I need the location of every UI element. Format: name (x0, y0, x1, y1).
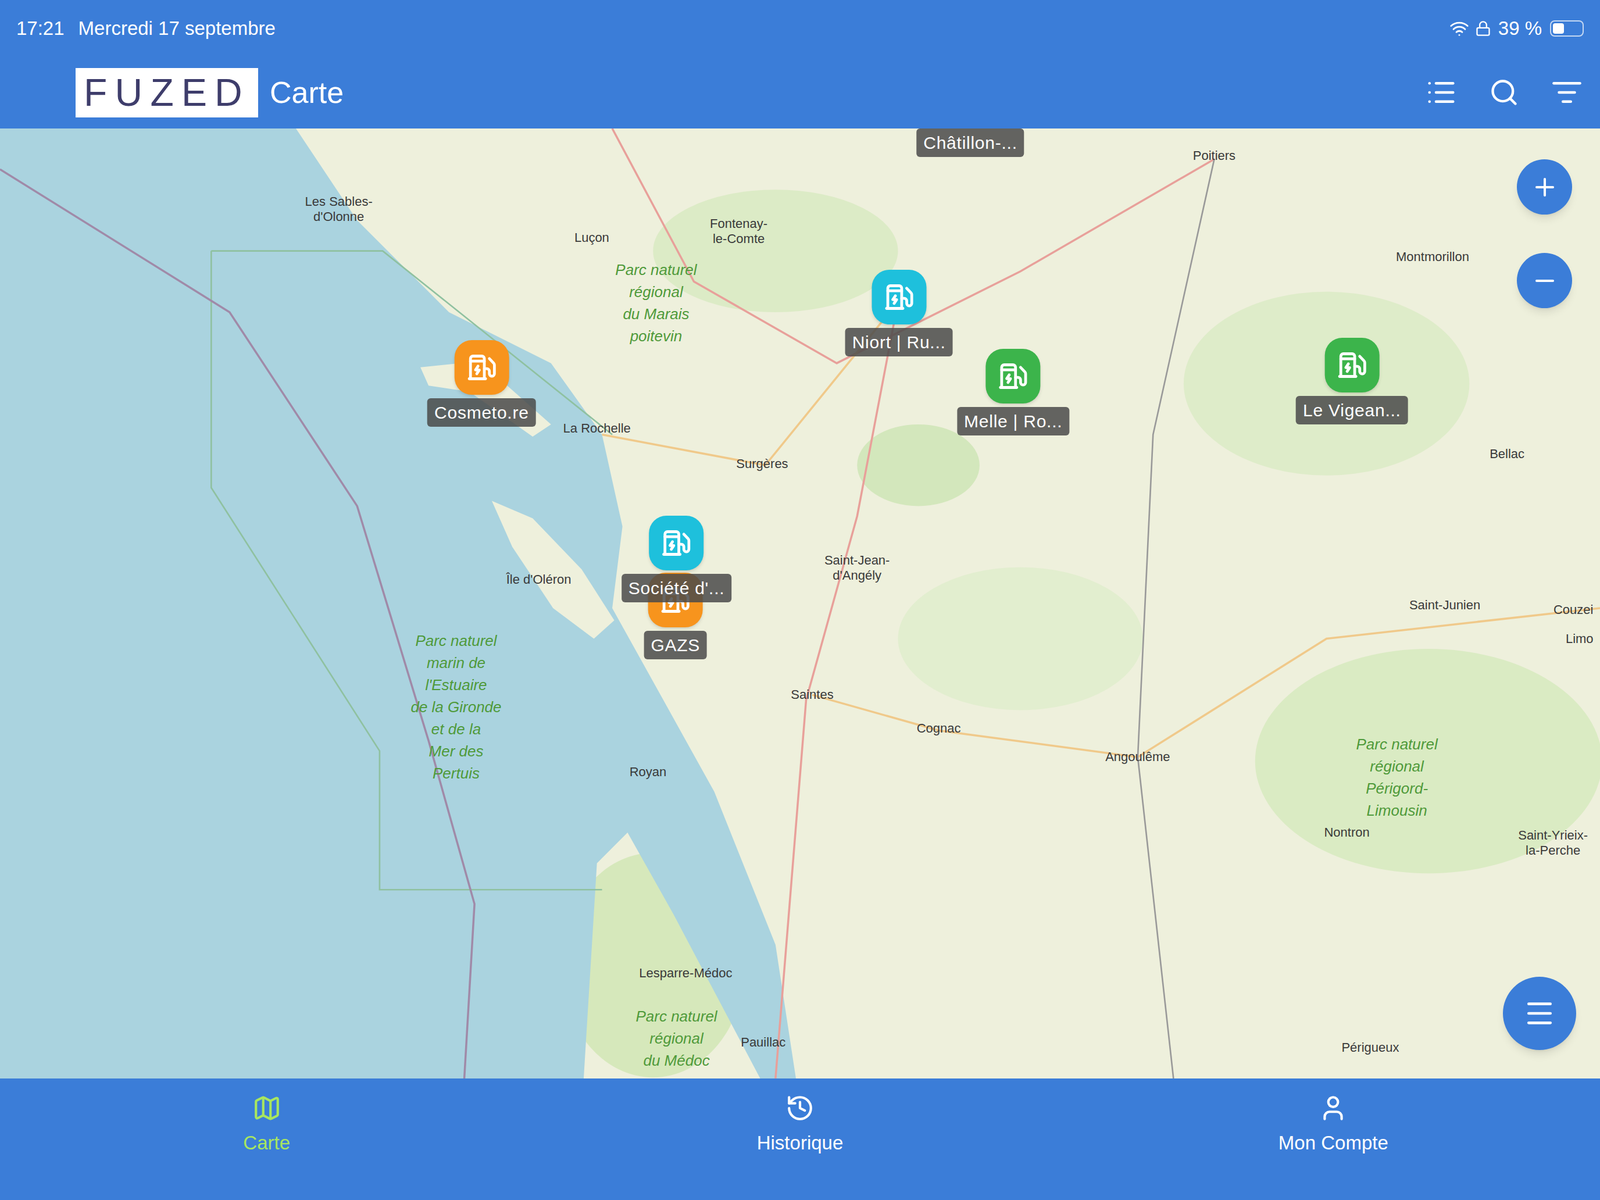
place-label: Saint-Junien (1409, 597, 1481, 613)
place-label: Lesparre-Médoc (638, 965, 732, 981)
menu-icon (1523, 997, 1556, 1030)
pin-marker[interactable] (871, 269, 927, 325)
park-label: Parc naturelrégionaldu Médoc (635, 1005, 717, 1072)
pin-label: GAZS (643, 630, 707, 660)
place-label: Couzei (1553, 602, 1594, 618)
map-pin[interactable]: Le Vigean... (1295, 337, 1409, 425)
battery-text: 39 % (1498, 13, 1542, 44)
place-label: Luçon (574, 230, 610, 246)
zoom-out-button[interactable] (1516, 252, 1573, 309)
pin-marker[interactable] (986, 348, 1041, 404)
pin-marker[interactable] (649, 515, 705, 571)
map-background (0, 128, 1600, 1079)
place-label: Limo (1565, 631, 1594, 647)
place-label: Montmorillon (1395, 249, 1470, 265)
pin-marker[interactable] (454, 340, 509, 395)
bottom-nav: CarteHistoriqueMon Compte (0, 1078, 1600, 1200)
app-bar: FUZEDCarte (0, 56, 1600, 129)
park-label: Parc naturelrégionalPérigord-Limousin (1356, 733, 1438, 822)
logo: FUZED (75, 68, 259, 118)
battery-icon (1550, 20, 1584, 37)
app: 17:21Mercredi 17 septembre39 %FUZEDCarte… (0, 0, 1600, 1200)
place-label: La Rochelle (563, 420, 631, 437)
status-bar: 17:21 Mercredi 17 septembre 39 % (0, 0, 1600, 57)
charger-icon (998, 361, 1029, 392)
place-label: Saintes (790, 687, 834, 703)
pin-label: Niort | Ru... (845, 327, 953, 357)
place-label: Royan (629, 764, 667, 780)
place-label: Périgueux (1341, 1040, 1399, 1056)
map-pin[interactable]: Société d'... (621, 515, 732, 603)
pin-label: Châtillon-... (916, 128, 1024, 157)
menu-fab[interactable] (1502, 976, 1577, 1050)
pin-label: Melle | Ro... (956, 406, 1070, 436)
park-label: Parc naturelrégionaldu Maraispoitevin (615, 258, 697, 348)
charger-icon (466, 352, 497, 383)
wifi-icon (1449, 18, 1470, 39)
place-label: Poitiers (1193, 148, 1236, 164)
minus-icon (1530, 266, 1559, 295)
place-label: Angoulême (1105, 749, 1170, 765)
map[interactable]: Parc naturelrégionaldu Maraispoitevin Par… (0, 128, 1600, 1079)
pin-label: Société d'... (621, 573, 732, 603)
nav-tab[interactable]: Mon Compte (1066, 1093, 1600, 1200)
park-label: Parc naturelmarin del'Estuairede la Giro… (410, 629, 502, 785)
charger-icon (661, 527, 692, 559)
charger-icon (1336, 350, 1367, 381)
map-pin[interactable]: Châtillon-... (916, 128, 1024, 157)
place-label: Nontron (1323, 825, 1370, 841)
status-date: Mercredi 17 septembre (78, 13, 276, 44)
user-icon (1318, 1093, 1348, 1123)
rotation-lock-icon (1475, 20, 1492, 37)
pin-label: Cosmeto.re (427, 398, 537, 427)
place-label: Saint-Yrieix-la-Perche (1518, 827, 1588, 859)
place-label: Fontenay-le-Comte (709, 216, 768, 247)
list-icon[interactable] (1425, 76, 1457, 109)
place-label: Pauillac (740, 1034, 786, 1050)
zoom-in-button[interactable] (1516, 159, 1573, 215)
place-label: Bellac (1489, 446, 1525, 462)
place-label: Île d'Oléron (506, 572, 572, 588)
place-label: Saint-Jean-d'Angély (824, 552, 891, 584)
nav-tab[interactable]: Historique (533, 1093, 1067, 1200)
plus-icon (1530, 173, 1559, 202)
place-label: Les Sables-d'Olonne (305, 194, 373, 225)
filter-icon[interactable] (1551, 76, 1583, 109)
history-icon (785, 1093, 815, 1123)
map-pin[interactable]: Niort | Ru... (845, 269, 953, 357)
pin-marker[interactable] (1324, 337, 1380, 393)
page-title: Carte (269, 69, 344, 116)
nav-tab[interactable]: Carte (0, 1093, 534, 1200)
charger-icon (883, 281, 914, 313)
map-icon (252, 1093, 282, 1123)
place-label: Surgères (736, 456, 788, 472)
status-time: 17:21 (16, 13, 65, 44)
search-icon[interactable] (1488, 77, 1520, 108)
map-pin[interactable]: Cosmeto.re (427, 340, 537, 427)
pin-label: Le Vigean... (1295, 395, 1409, 425)
map-pin[interactable]: Melle | Ro... (956, 348, 1070, 436)
place-label: Cognac (916, 720, 962, 737)
